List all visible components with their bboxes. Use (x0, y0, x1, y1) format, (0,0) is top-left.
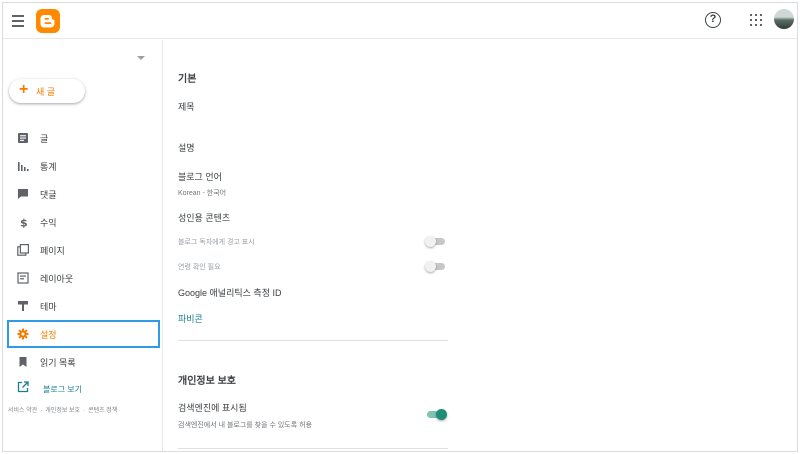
apps-grid-icon[interactable] (750, 14, 762, 26)
reader-warning-toggle[interactable] (425, 236, 447, 247)
settings-panel: 기본 제목 설명 블로그 언어 Korean - 한국어 성인용 콘텐츠 블로그… (164, 40, 797, 451)
section-divider (178, 448, 448, 449)
blogger-logo-icon[interactable] (36, 9, 60, 33)
posts-icon (18, 133, 28, 143)
footer-separator: · (83, 408, 86, 414)
blog-title-setting[interactable]: 제목 (178, 100, 195, 113)
analytics-id-setting[interactable]: Google 애널리틱스 측정 ID (178, 286, 281, 299)
plus-icon: + (19, 81, 29, 98)
sidebar-item-stats[interactable]: 통계 (3, 152, 163, 180)
comments-icon (18, 189, 28, 199)
sidebar-item-label: 통계 (40, 162, 57, 172)
age-check-label: 연령 확인 필요 (178, 264, 221, 271)
sidebar-item-pages[interactable]: 페이지 (3, 236, 163, 264)
sidebar-item-settings[interactable]: 설정 (7, 320, 160, 348)
sidebar: + 새 글 글 통계 댓글 $ 수익 페이지 레이아웃 테마 설정 읽기 목록 … (3, 40, 163, 451)
sidebar-item-label: 글 (40, 134, 49, 144)
content-policy-link[interactable]: 콘텐츠 정책 (88, 408, 117, 414)
favicon-setting[interactable]: 파비콘 (178, 312, 203, 325)
sidebar-item-label: 댓글 (40, 190, 57, 200)
open-external-icon (17, 381, 29, 393)
sidebar-item-earnings[interactable]: $ 수익 (3, 208, 163, 236)
reading-list-icon (19, 357, 27, 367)
theme-icon (18, 301, 28, 311)
adult-content-setting: 성인용 콘텐츠 (178, 213, 231, 223)
footer-links: 서비스 약관 · 개인정보 보호 · 콘텐츠 정책 (8, 405, 117, 414)
sidebar-item-label: 테마 (40, 302, 57, 312)
sidebar-item-layout[interactable]: 레이아웃 (3, 264, 163, 292)
search-visible-description: 검색엔진에서 내 블로그를 찾을 수 있도록 허용 (178, 422, 313, 429)
section-divider (178, 340, 448, 341)
stats-icon (18, 162, 29, 171)
blog-selector-dropdown-icon[interactable] (137, 56, 145, 60)
sidebar-item-label: 설정 (40, 330, 57, 340)
svg-text:$: $ (20, 217, 28, 229)
blogger-window: ? + 새 글 글 통계 댓글 $ 수익 페이지 레이아웃 테마 설정 읽기 목… (2, 2, 798, 452)
footer-separator: · (40, 408, 43, 414)
sidebar-item-theme[interactable]: 테마 (3, 292, 163, 320)
terms-link[interactable]: 서비스 약관 (8, 408, 37, 414)
sidebar-item-reading-list[interactable]: 읽기 목록 (3, 348, 163, 376)
hamburger-menu-icon[interactable] (12, 12, 26, 30)
earnings-icon: $ (20, 217, 28, 229)
age-check-toggle[interactable] (425, 261, 447, 272)
sidebar-item-label: 읽기 목록 (40, 358, 76, 368)
account-avatar-icon[interactable] (774, 9, 794, 29)
privacy-link[interactable]: 개인정보 보호 (45, 408, 80, 414)
top-bar: ? (3, 3, 797, 39)
new-post-button[interactable]: + 새 글 (9, 79, 85, 103)
reader-warning-label: 블로그 독자에게 경고 표시 (178, 239, 255, 246)
new-post-label: 새 글 (36, 87, 56, 97)
blog-language-setting[interactable]: 블로그 언어 (178, 170, 222, 183)
search-visible-toggle[interactable] (425, 409, 447, 420)
sidebar-item-comments[interactable]: 댓글 (3, 180, 163, 208)
sidebar-item-label: 페이지 (40, 246, 65, 256)
section-title-privacy: 개인정보 보호 (178, 376, 236, 387)
sidebar-nav: 글 통계 댓글 $ 수익 페이지 레이아웃 테마 설정 읽기 목록 (3, 124, 163, 376)
view-blog-link[interactable]: 블로그 보기 (3, 377, 163, 399)
sidebar-item-posts[interactable]: 글 (3, 124, 163, 152)
layout-icon (17, 272, 29, 284)
blog-language-value: Korean - 한국어 (178, 190, 227, 197)
section-title-basic: 기본 (178, 74, 197, 85)
sidebar-item-label: 레이아웃 (40, 274, 74, 284)
pages-icon (17, 244, 29, 256)
description-setting[interactable]: 설명 (178, 141, 195, 154)
sidebar-item-label: 수익 (40, 218, 57, 228)
view-blog-label: 블로그 보기 (43, 385, 83, 394)
settings-gear-icon (17, 328, 29, 340)
search-visible-label: 검색엔진에 표시됨 (178, 403, 247, 413)
help-circle-icon[interactable]: ? (705, 12, 721, 28)
